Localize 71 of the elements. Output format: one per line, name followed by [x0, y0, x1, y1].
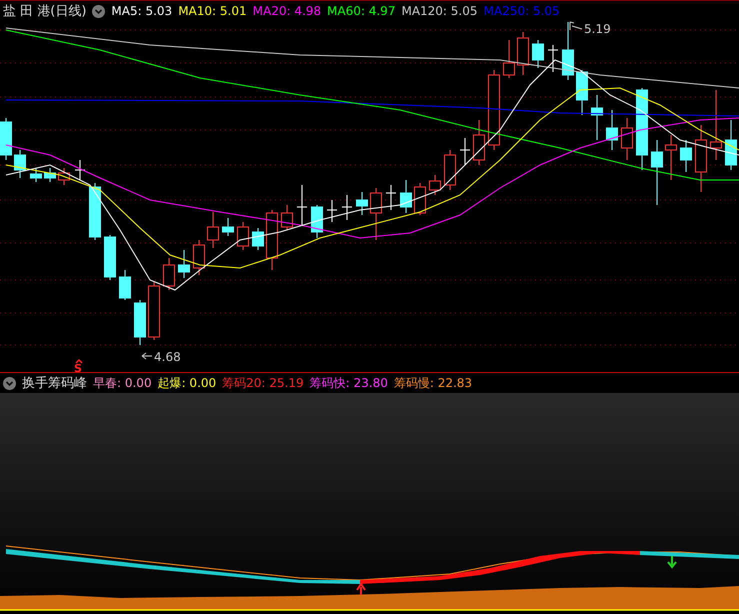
caret-icon [75, 358, 83, 364]
candlestick [14, 150, 26, 178]
chevron-down-icon[interactable] [3, 376, 16, 390]
candlestick [414, 182, 426, 216]
indicator-value: 早春: 0.00 [93, 374, 152, 392]
candlestick [517, 32, 529, 76]
pointer-arrow-icon [570, 22, 582, 30]
candlestick [621, 118, 633, 160]
candlestick [58, 168, 70, 186]
candlestick [695, 124, 707, 192]
arrow-down-icon [667, 555, 677, 569]
candlestick [444, 150, 456, 190]
candlestick [591, 94, 603, 140]
signal-marker: S [74, 362, 82, 372]
candlestick [386, 184, 396, 210]
candlestick [89, 182, 101, 240]
candlestick [74, 160, 86, 180]
candlestick [710, 90, 722, 160]
candlestick [296, 184, 308, 226]
candlestick [0, 118, 12, 160]
candlestick [532, 40, 544, 68]
indicator-value: MA5: 5.03 [111, 4, 172, 18]
candlestick [651, 140, 663, 206]
chart-title: 盐 田 港(日线) [3, 3, 86, 20]
price-label: 5.19 [584, 22, 611, 36]
candlestick [460, 138, 470, 166]
candlestick [119, 270, 131, 300]
candlestick [606, 110, 618, 150]
candlestick [370, 188, 382, 240]
chart-title: 换手筹码峰 [22, 375, 87, 392]
indicator-value: 筹码20: 25.19 [222, 374, 304, 392]
candlestick [30, 168, 42, 182]
chevron-down-icon[interactable] [92, 4, 106, 18]
candlestick [311, 204, 323, 238]
indicator-value: 起爆: 0.00 [158, 374, 216, 392]
candlestick [281, 204, 293, 230]
candlestick [104, 234, 116, 280]
candlestick [163, 258, 175, 290]
price-label: 4.68 [154, 350, 181, 364]
indicator-value: 筹码快: 23.80 [310, 374, 388, 392]
candlestick [356, 192, 368, 216]
candlestick [148, 282, 160, 340]
arrow-up-icon [356, 582, 366, 596]
candlestick [342, 194, 352, 220]
candlestick [193, 240, 205, 276]
indicator-value: MA120: 5.05 [401, 4, 478, 18]
candlestick [503, 40, 515, 78]
candlestick [429, 174, 441, 196]
candlestick [178, 250, 190, 278]
candlestick [680, 140, 692, 172]
candlestick [562, 22, 574, 80]
candlestick [44, 168, 56, 182]
candlestick [473, 120, 485, 166]
candlestick [326, 200, 338, 222]
indicator-value: MA250: 5.05 [484, 4, 560, 18]
candlestick [207, 212, 219, 248]
candlestick [665, 134, 677, 180]
candlestick [400, 180, 412, 214]
candlestick [134, 300, 146, 346]
indicator-value: MA20: 4.98 [252, 4, 322, 18]
candlestick [548, 44, 558, 72]
candlestick [725, 120, 737, 170]
indicator-value: MA60: 4.97 [327, 4, 396, 18]
pointer-arrow-icon [142, 352, 152, 360]
indicator-value: 筹码慢: 22.83 [394, 374, 472, 392]
candlestick [222, 218, 234, 236]
candlestick [237, 222, 249, 250]
candlestick [266, 210, 278, 270]
candlestick [576, 70, 588, 116]
indicator-value: MA10: 5.01 [178, 4, 247, 18]
candlestick [252, 228, 264, 250]
